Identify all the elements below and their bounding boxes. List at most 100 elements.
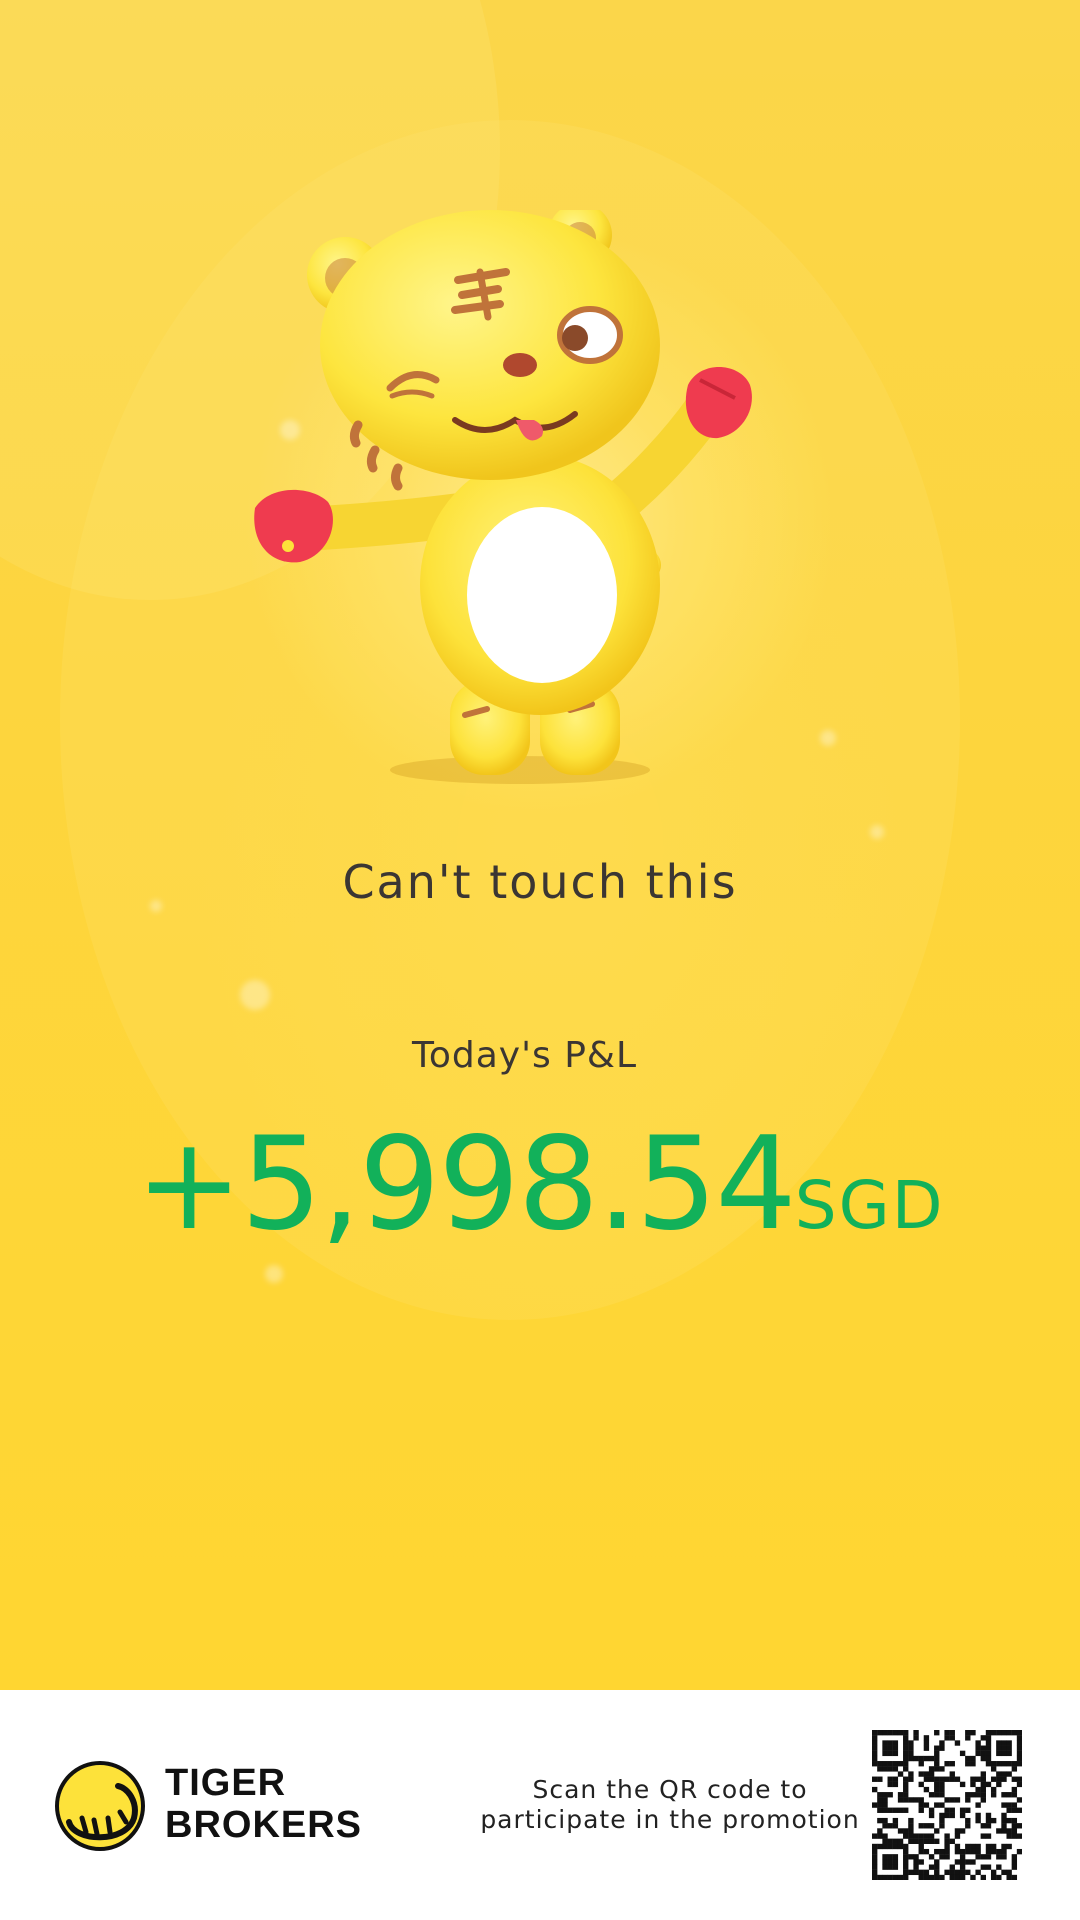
qr-module <box>985 1730 992 1736</box>
qr-module <box>872 1740 878 1746</box>
qr-module <box>872 1864 878 1870</box>
qr-module <box>949 1869 955 1876</box>
qr-module <box>882 1874 888 1880</box>
qr-module <box>944 1812 950 1819</box>
qr-module <box>877 1730 883 1736</box>
qr-module <box>892 1817 899 1824</box>
qr-module <box>934 1730 940 1736</box>
qr-module <box>985 1854 992 1860</box>
qr-module <box>944 1843 950 1850</box>
qr-module <box>892 1781 899 1788</box>
qr-module <box>970 1848 976 1855</box>
qr-module <box>897 1828 904 1834</box>
qr-module <box>923 1771 930 1777</box>
qr-module <box>1001 1817 1007 1824</box>
qr-module <box>887 1730 893 1736</box>
qr-module <box>882 1761 888 1767</box>
qr-module <box>918 1771 924 1777</box>
qr-module <box>872 1802 878 1808</box>
qr-module <box>1001 1812 1007 1819</box>
qr-module <box>1001 1823 1007 1829</box>
qr-module <box>965 1869 971 1876</box>
qr-module <box>965 1817 971 1824</box>
qr-module <box>970 1792 976 1798</box>
qr-module <box>892 1766 899 1772</box>
qr-module <box>887 1874 893 1880</box>
qr-module <box>980 1771 986 1777</box>
qr-module <box>970 1761 976 1767</box>
qr-module <box>934 1792 940 1798</box>
qr-module <box>996 1781 1002 1788</box>
qr-module <box>892 1740 899 1746</box>
qr-module <box>959 1812 966 1819</box>
qr-code-icon[interactable] <box>872 1730 1022 1880</box>
qr-module <box>985 1833 992 1839</box>
qr-module <box>908 1750 914 1757</box>
qr-module <box>990 1766 997 1772</box>
qr-module <box>903 1735 909 1741</box>
qr-module <box>887 1859 893 1865</box>
qr-module <box>892 1750 899 1757</box>
qr-module <box>882 1838 888 1844</box>
qr-module <box>959 1859 966 1865</box>
pnl-value: +5,998.54 <box>135 1110 796 1259</box>
qr-module <box>897 1807 904 1813</box>
qr-module <box>1001 1854 1007 1860</box>
qr-module <box>928 1792 935 1798</box>
qr-module <box>1001 1802 1007 1808</box>
qr-module <box>913 1730 919 1736</box>
qr-module <box>918 1807 924 1813</box>
qr-module <box>1006 1802 1012 1808</box>
qr-module <box>903 1740 909 1746</box>
qr-module <box>975 1792 981 1798</box>
qr-module <box>908 1776 914 1782</box>
qr-module <box>954 1874 961 1880</box>
qr-module <box>892 1823 899 1829</box>
qr-module <box>965 1859 971 1865</box>
qr-module <box>949 1807 955 1813</box>
qr-module <box>928 1812 935 1819</box>
qr-module <box>1006 1745 1012 1751</box>
tiger-brokers-logo-icon <box>55 1761 145 1851</box>
qr-module <box>887 1740 893 1746</box>
qr-module <box>892 1874 899 1880</box>
qr-module <box>913 1838 919 1844</box>
qr-module <box>949 1761 955 1767</box>
qr-module <box>903 1869 909 1876</box>
qr-module <box>980 1854 986 1860</box>
qr-module <box>934 1745 940 1751</box>
qr-module <box>1001 1776 1007 1782</box>
qr-module <box>913 1797 919 1803</box>
qr-module <box>872 1859 878 1865</box>
qr-module <box>939 1745 945 1751</box>
qr-module <box>954 1740 961 1746</box>
qr-module <box>872 1833 878 1839</box>
qr-module <box>923 1833 930 1839</box>
qr-module <box>877 1833 883 1839</box>
pnl-currency: SGD <box>794 1167 945 1244</box>
qr-module <box>913 1755 919 1762</box>
qr-module <box>1006 1761 1012 1767</box>
qr-module <box>923 1848 930 1855</box>
qr-module <box>1011 1874 1018 1880</box>
qr-module <box>1016 1776 1022 1782</box>
qr-module <box>1006 1740 1012 1746</box>
qr-module <box>970 1776 976 1782</box>
qr-module <box>903 1833 909 1839</box>
qr-module <box>887 1750 893 1757</box>
qr-module <box>934 1781 940 1788</box>
qr-module <box>996 1874 1002 1880</box>
qr-module <box>877 1792 883 1798</box>
qr-module <box>903 1776 909 1782</box>
qr-module <box>918 1848 924 1855</box>
scan-line-1: Scan the QR code to <box>532 1775 808 1804</box>
qr-module <box>918 1802 924 1808</box>
qr-module <box>959 1848 966 1855</box>
qr-module <box>975 1802 981 1808</box>
sparkle <box>820 730 836 746</box>
qr-module <box>944 1730 950 1736</box>
qr-module <box>990 1874 997 1880</box>
qr-module <box>1006 1828 1012 1834</box>
qr-module <box>877 1828 883 1834</box>
qr-module <box>1001 1730 1007 1736</box>
